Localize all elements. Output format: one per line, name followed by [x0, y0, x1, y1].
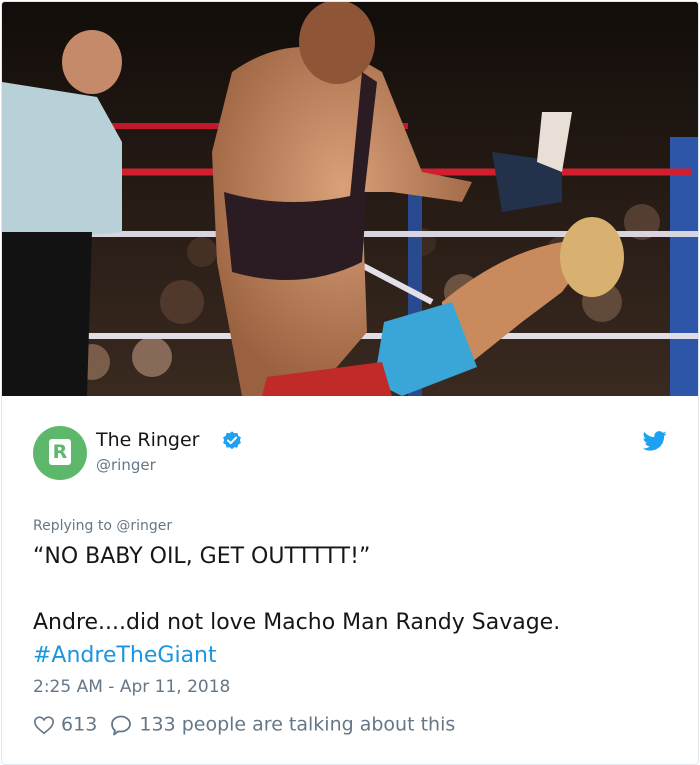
verified-badge-icon [223, 431, 241, 450]
heart-icon[interactable] [33, 714, 55, 736]
author-name[interactable]: The Ringer [96, 428, 199, 452]
tweet-actions: 613 133 people are talking about this [33, 710, 455, 738]
tweet-line-quote: “NO BABY OIL, GET OUTTTTT!” [33, 544, 371, 569]
tweet-line-body: Andre....did not love Macho Man Randy Sa… [33, 610, 561, 635]
wrestling-ring-image [2, 2, 698, 396]
tweet-header: R The Ringer @ringer [33, 426, 673, 486]
avatar[interactable]: R [33, 426, 87, 480]
talking-about-text[interactable]: people are talking about this [182, 714, 456, 736]
tweet-card[interactable]: R The Ringer @ringer Replying to @ringer… [1, 1, 699, 765]
tweet-text: “NO BABY OIL, GET OUTTTTT!” Andre....did… [33, 540, 673, 672]
author-handle[interactable]: @ringer [96, 455, 156, 475]
twitter-bird-icon[interactable] [643, 430, 667, 452]
comment-bubble-icon[interactable] [109, 713, 133, 737]
avatar-logo: R [49, 439, 71, 465]
like-count[interactable]: 613 [61, 714, 97, 736]
tweet-photo[interactable] [2, 2, 698, 396]
replying-to[interactable]: Replying to @ringer [33, 516, 172, 536]
hashtag-link[interactable]: #AndreTheGiant [33, 643, 217, 668]
tweet-timestamp[interactable]: 2:25 AM - Apr 11, 2018 [33, 675, 230, 699]
reply-count[interactable]: 133 [139, 714, 175, 736]
tweet-blank-line [33, 573, 673, 606]
